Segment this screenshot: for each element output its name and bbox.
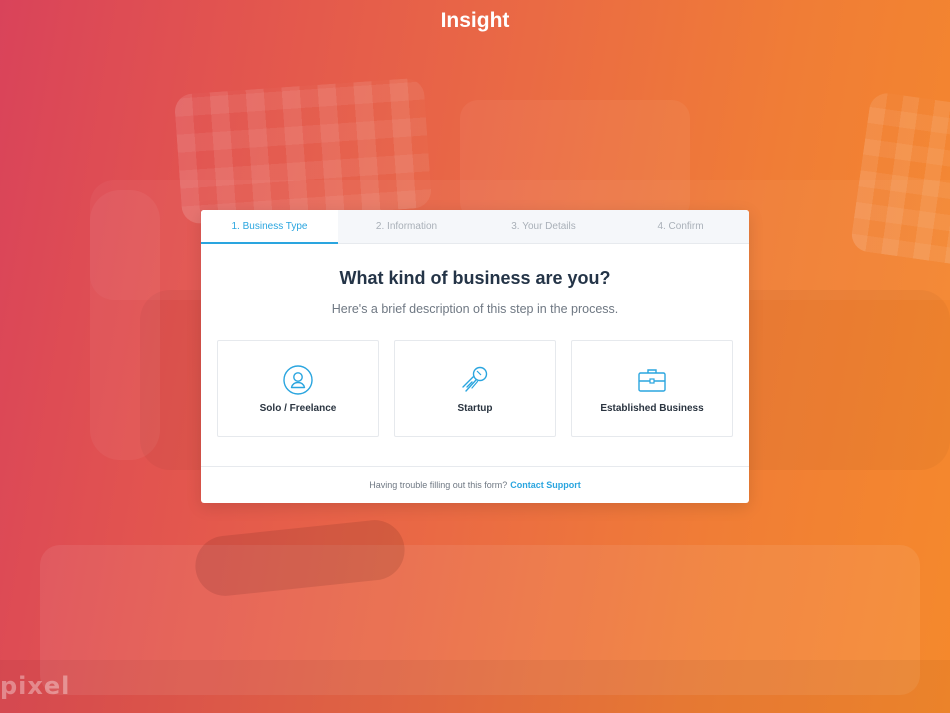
person-icon [283, 364, 313, 395]
tab-your-details[interactable]: 3. Your Details [475, 210, 612, 243]
floor-shape [0, 660, 950, 713]
briefcase-icon [638, 368, 666, 392]
option-label: Established Business [600, 402, 704, 414]
support-text: Having trouble filling out this form? [369, 480, 508, 490]
option-startup[interactable]: Startup [394, 340, 556, 437]
option-label: Startup [457, 402, 493, 414]
business-type-options: Solo / Freelance Startup Established Bus… [217, 340, 733, 437]
page-title: What kind of business are you? [339, 268, 611, 288]
contact-support-link[interactable]: Contact Support [510, 480, 581, 490]
page-description: Here's a brief description of this step … [331, 302, 619, 316]
app-title: Insight [440, 9, 510, 32]
pillow-shape [173, 77, 433, 225]
option-solo-freelance[interactable]: Solo / Freelance [217, 340, 379, 437]
tab-information[interactable]: 2. Information [338, 210, 475, 243]
watermark-logo: pixel [0, 672, 71, 700]
pillow-shape [460, 100, 690, 220]
rocket-icon [462, 366, 488, 392]
step-tabs: 1. Business Type 2. Information 3. Your … [201, 210, 749, 244]
tab-confirm[interactable]: 4. Confirm [612, 210, 749, 243]
option-established-business[interactable]: Established Business [571, 340, 733, 437]
pillow-shape [849, 91, 950, 269]
tab-business-type[interactable]: 1. Business Type [201, 210, 338, 244]
support-footer: Having trouble filling out this form? Co… [201, 466, 749, 503]
wizard-card: 1. Business Type 2. Information 3. Your … [201, 210, 749, 503]
option-label: Solo / Freelance [259, 402, 337, 414]
